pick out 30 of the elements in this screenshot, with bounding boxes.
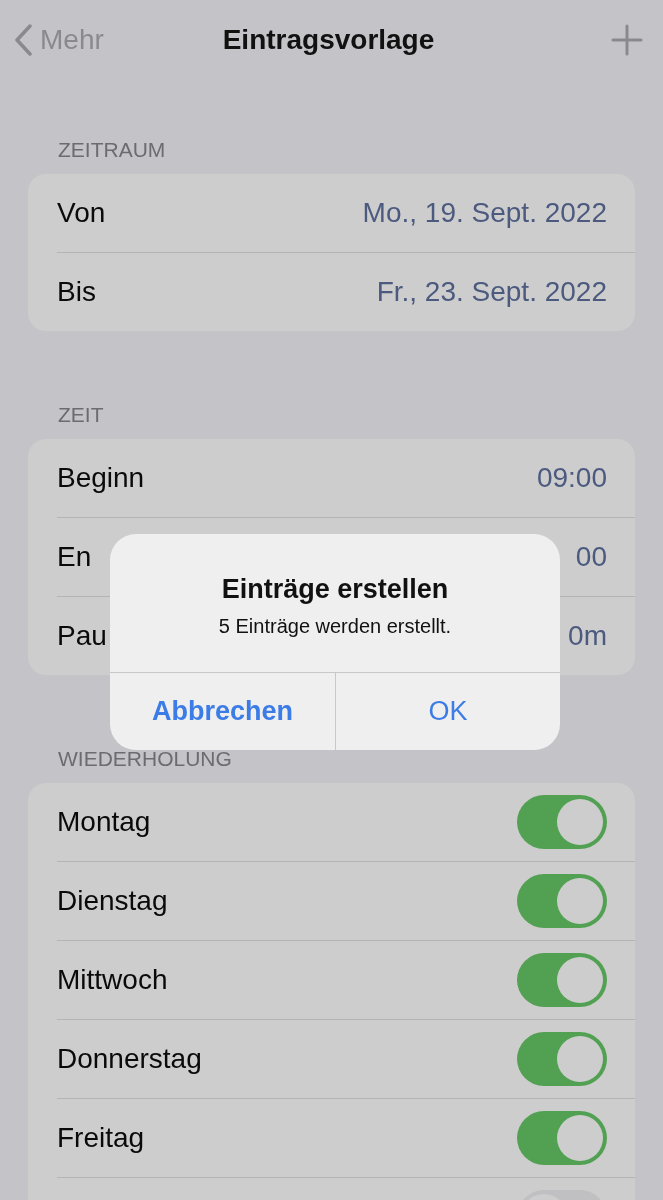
plus-icon <box>611 24 643 56</box>
row-value[interactable]: Fr., 23. Sept. 2022 <box>376 276 607 308</box>
row-label: Beginn <box>57 462 145 494</box>
row-label: Donnerstag <box>57 1043 202 1075</box>
toggle-switch[interactable] <box>517 1032 607 1086</box>
row-label: Pau <box>57 620 107 652</box>
chevron-left-icon <box>14 24 32 56</box>
cancel-button[interactable]: Abbrechen <box>110 673 335 750</box>
row-label: Montag <box>57 806 151 838</box>
row-label: Von <box>57 197 106 229</box>
alert-message: 5 Einträge werden erstellt. <box>218 615 452 638</box>
alert-title: Einträge erstellen <box>221 574 449 605</box>
section-header: ZEITRAUM <box>58 138 166 162</box>
section-header: WIEDERHOLUNG <box>58 747 232 771</box>
row-value[interactable]: 0m <box>568 620 607 652</box>
row-label: Bis <box>57 276 96 308</box>
row-value[interactable]: Mo., 19. Sept. 2022 <box>362 197 607 229</box>
screen-title: Eintragsvorlage <box>222 24 435 56</box>
row-label: Freitag <box>57 1122 145 1154</box>
toggle-switch[interactable] <box>517 795 607 849</box>
ok-button[interactable]: OK <box>335 673 560 750</box>
section-header: ZEIT <box>58 403 104 427</box>
toggle-switch[interactable] <box>517 1111 607 1165</box>
row-label: Dienstag <box>57 885 168 917</box>
row-label: En <box>57 541 92 573</box>
toggle-switch[interactable] <box>517 874 607 928</box>
row-value[interactable]: 09:00 <box>536 462 607 494</box>
row-value[interactable]: 00 <box>575 541 607 573</box>
toggle-switch[interactable] <box>517 953 607 1007</box>
row-label: Mittwoch <box>57 964 168 996</box>
